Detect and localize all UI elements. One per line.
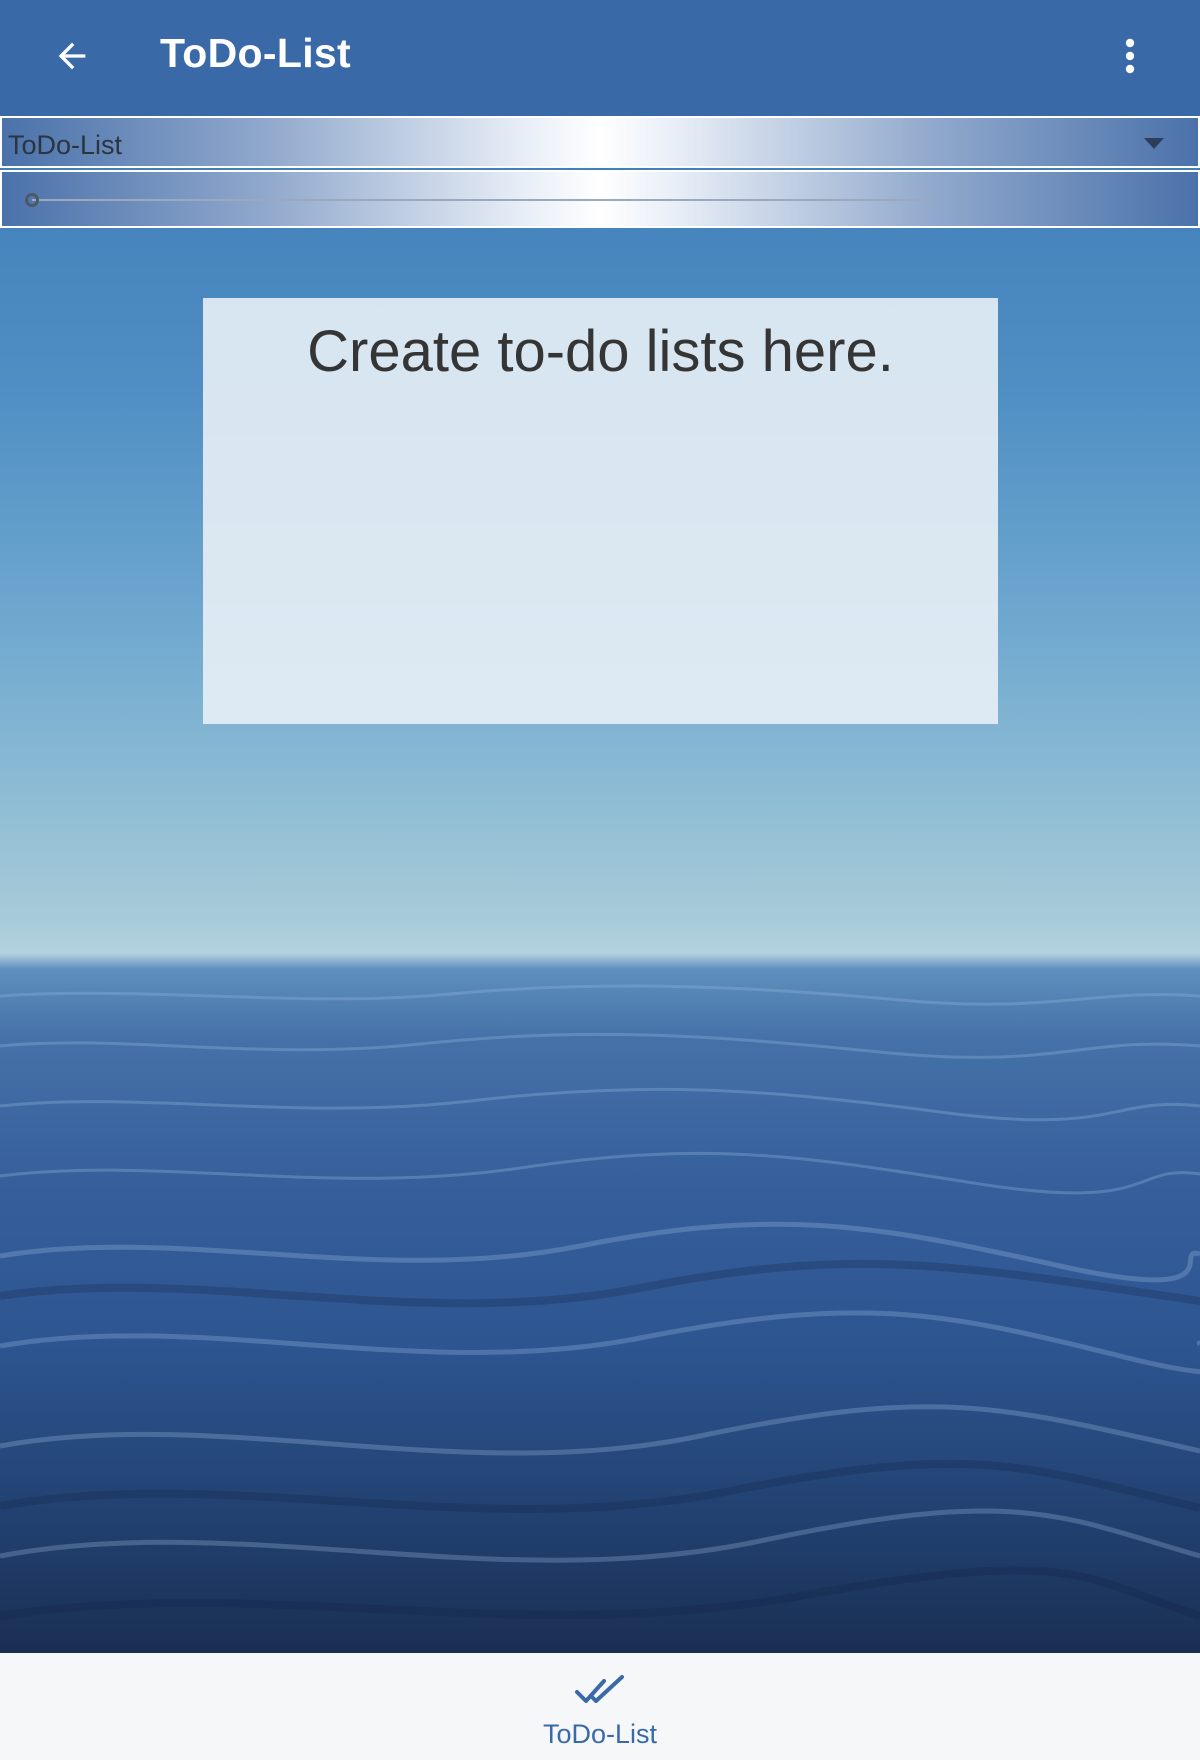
card-message: Create to-do lists here.	[307, 319, 894, 384]
bottom-nav-label: ToDo-List	[542, 1719, 658, 1749]
app-screen: ToDo-List ToDo-List Create to-do lists h…	[0, 0, 1200, 1760]
slider-track[interactable]	[25, 193, 932, 207]
bottom-nav-item-todo-list[interactable]: ToDo-List	[500, 1653, 700, 1760]
arrow-back-icon	[58, 42, 86, 70]
more-vert-icon	[1125, 38, 1135, 74]
info-card: Create to-do lists here.	[203, 298, 998, 724]
back-button[interactable]	[40, 24, 104, 88]
bottom-navigation: ToDo-List	[0, 1653, 1200, 1760]
list-selector-dropdown[interactable]: ToDo-List	[0, 116, 1200, 168]
slider-thumb[interactable]	[25, 193, 39, 207]
more-options-button[interactable]	[1104, 24, 1156, 88]
double-check-icon	[575, 1675, 624, 1703]
slider-container	[0, 170, 1200, 228]
list-selector-value: ToDo-List	[8, 130, 123, 160]
top-app-bar: ToDo-List	[0, 0, 1200, 116]
caret-down-icon	[1144, 138, 1164, 149]
app-title: ToDo-List	[160, 30, 351, 76]
